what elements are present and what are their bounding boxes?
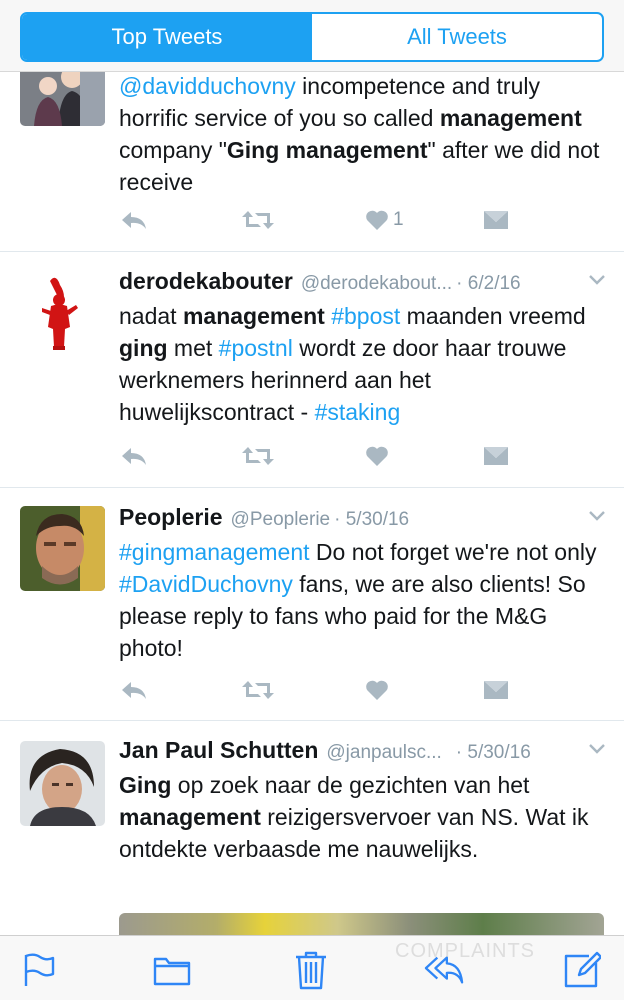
hashtag-link[interactable]: #gingmanagement (119, 539, 310, 565)
tweet-text-segment: maanden vreemd (400, 303, 586, 329)
like-button[interactable]: 1 (365, 205, 404, 235)
tweet-text: #gingmanagement Do not forget we're not … (119, 536, 606, 664)
heart-icon (366, 210, 388, 230)
tweet-text: Ging op zoek naar de gezichten van het m… (119, 769, 606, 865)
tweet-date: · 6/2/16 (456, 273, 521, 294)
tweet[interactable]: Peoplerie @Peoplerie · 5/30/16 #gingmana… (0, 488, 624, 721)
reply-icon (122, 682, 146, 699)
tweet-text-segment: met (167, 335, 219, 361)
reply-button[interactable] (119, 205, 149, 235)
avatar-photo (20, 741, 105, 826)
avatar[interactable] (20, 741, 105, 826)
retweet-button[interactable] (241, 441, 275, 471)
reply-button[interactable] (119, 441, 149, 471)
tweet-feed[interactable]: @davidduchovny incompetence and truly ho… (0, 72, 624, 935)
tweet-actions: 1 (119, 205, 519, 235)
tweet[interactable]: @davidduchovny incompetence and truly ho… (0, 72, 624, 252)
hashtag-link[interactable]: #bpost (331, 303, 400, 329)
tweet-text-segment: op zoek naar de gezichten van het (171, 772, 530, 798)
like-button[interactable] (365, 441, 389, 471)
reply-icon (122, 448, 146, 465)
reply-button[interactable] (119, 675, 149, 705)
retweet-icon (242, 681, 274, 699)
avatar-photo (20, 506, 105, 591)
tweet-header: Jan Paul Schutten @janpaulsc... · 5/30/1… (119, 737, 606, 769)
heart-icon (366, 680, 388, 700)
display-name[interactable]: Jan Paul Schutten (119, 737, 318, 764)
tweet-text-segment: nadat (119, 303, 183, 329)
tweet-content: Peoplerie @Peoplerie · 5/30/16 #gingmana… (119, 504, 606, 664)
display-name[interactable]: derodekabouter (119, 268, 293, 295)
tweet[interactable]: derodekabouter @derodekabout... · 6/2/16… (0, 252, 624, 488)
bold-keyword: management (119, 804, 261, 830)
like-count: 1 (393, 209, 404, 230)
user-handle: @Peoplerie (230, 509, 331, 530)
flag-icon (24, 953, 55, 986)
avatar-photo (20, 72, 105, 126)
bold-keyword: ging (119, 335, 168, 361)
tweet-text-segment: Do not forget we're not only (309, 539, 597, 565)
display-name[interactable]: Peoplerie (119, 504, 223, 531)
user-handle: @derodekabout... (300, 273, 453, 294)
hashtag-link[interactable]: #staking (315, 399, 401, 425)
tab-all-tweets[interactable]: All Tweets (312, 14, 602, 60)
direct-message-button[interactable] (483, 675, 509, 705)
tweet-actions (119, 441, 519, 471)
hashtag-link[interactable]: #DavidDuchovny (119, 571, 293, 597)
trash-icon (296, 951, 326, 990)
chevron-down-icon[interactable] (588, 274, 606, 286)
tweet[interactable]: Jan Paul Schutten @janpaulsc... · 5/30/1… (0, 721, 624, 935)
tab-top-tweets[interactable]: Top Tweets (22, 14, 312, 60)
retweet-button[interactable] (241, 205, 275, 235)
user-handle: @janpaulsc... (326, 742, 442, 763)
gnome-avatar (42, 277, 78, 350)
retweet-icon (242, 447, 274, 465)
folder-icon (153, 957, 191, 986)
tweet-media-preview[interactable] (119, 913, 604, 935)
flag-button[interactable] (18, 950, 58, 990)
hashtag-link[interactable]: @davidduchovny (119, 73, 296, 99)
tweet-filter-segmented-control: Top Tweets All Tweets (0, 0, 624, 72)
direct-message-button[interactable] (483, 441, 509, 471)
tweet-date: · 5/30/16 (455, 742, 531, 763)
avatar[interactable] (20, 72, 105, 126)
bold-keyword: Ging management (226, 137, 428, 163)
tweet-text: nadat management #bpost maanden vreemd g… (119, 300, 606, 428)
like-button[interactable] (365, 675, 389, 705)
chevron-down-icon[interactable] (588, 743, 606, 755)
tweet-content: @davidduchovny incompetence and truly ho… (119, 72, 606, 198)
tweet-text-segment: company " (119, 137, 227, 163)
compose-button[interactable] (562, 950, 602, 990)
tweet-header: derodekabouter @derodekabout... · 6/2/16 (119, 268, 606, 300)
retweet-button[interactable] (241, 675, 275, 705)
reply-icon (122, 212, 146, 229)
envelope-icon (484, 447, 508, 465)
segmented-wrapper: Top Tweets All Tweets (20, 12, 604, 62)
tweet-content: derodekabouter @derodekabout... · 6/2/16… (119, 268, 606, 428)
envelope-icon (484, 211, 508, 229)
trash-button[interactable] (291, 950, 331, 990)
hashtag-link[interactable]: #postnl (219, 335, 293, 361)
avatar[interactable] (20, 271, 105, 356)
chevron-down-icon[interactable] (588, 510, 606, 522)
compose-icon (564, 951, 601, 988)
avatar[interactable] (20, 506, 105, 591)
watermark: COMPLAINTS (395, 940, 536, 962)
bold-keyword: management (182, 303, 325, 329)
tweet-text: @davidduchovny incompetence and truly ho… (119, 72, 606, 198)
tweet-header: Peoplerie @Peoplerie · 5/30/16 (119, 504, 606, 536)
direct-message-button[interactable] (483, 205, 509, 235)
bold-keyword: management (439, 105, 582, 131)
bold-keyword: Ging (119, 772, 172, 798)
tweet-date: · 5/30/16 (334, 509, 410, 530)
folder-button[interactable] (152, 950, 192, 990)
envelope-icon (484, 681, 508, 699)
tweet-content: Jan Paul Schutten @janpaulsc... · 5/30/1… (119, 737, 606, 865)
tweet-actions (119, 675, 519, 705)
heart-icon (366, 446, 388, 466)
retweet-icon (242, 211, 274, 229)
